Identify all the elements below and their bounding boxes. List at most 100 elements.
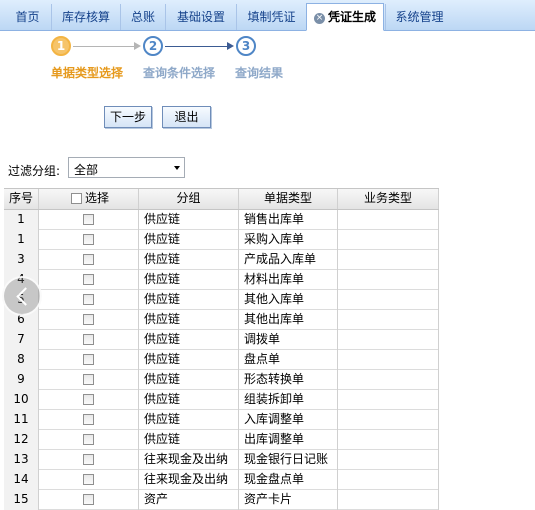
tab-inventory-accounting-label: 库存核算 (61, 10, 110, 24)
row-biz-type (338, 470, 439, 490)
tab-basic-settings-label: 基础设置 (176, 10, 225, 24)
table-row[interactable]: 11 供应链 入库调整单 (4, 410, 439, 430)
row-checkbox[interactable] (83, 234, 94, 245)
step-connector (165, 46, 229, 47)
row-select-cell (39, 270, 139, 290)
table-row[interactable]: 14 往来现金及出纳 现金盘点单 (4, 470, 439, 490)
row-biz-type (338, 330, 439, 350)
tab-home[interactable]: 首页 (4, 4, 51, 30)
close-icon[interactable]: × (313, 13, 325, 24)
row-select-cell (39, 250, 139, 270)
row-group: 供应链 (139, 310, 239, 330)
row-group: 供应链 (139, 270, 239, 290)
table-row[interactable]: 7 供应链 调拨单 (4, 330, 439, 350)
row-biz-type (338, 450, 439, 470)
row-checkbox[interactable] (83, 414, 94, 425)
header-group: 分组 (139, 189, 239, 209)
table-row[interactable]: 3 供应链 产成品入库单 (4, 250, 439, 270)
header-no: 序号 (4, 189, 39, 209)
step-2-number: 2 (148, 39, 158, 53)
row-number: 13 (4, 450, 39, 470)
row-number: 12 (4, 430, 39, 450)
row-doc-type: 组装拆卸单 (239, 390, 338, 410)
select-all-checkbox[interactable] (71, 193, 82, 204)
row-select-cell (39, 370, 139, 390)
row-checkbox[interactable] (83, 434, 94, 445)
row-number: 1 (4, 210, 39, 230)
row-checkbox[interactable] (83, 254, 94, 265)
row-group: 往来现金及出纳 (139, 470, 239, 490)
row-doc-type: 销售出库单 (239, 210, 338, 230)
table-row[interactable]: 8 供应链 盘点单 (4, 350, 439, 370)
row-doc-type: 出库调整单 (239, 430, 338, 450)
row-group: 供应链 (139, 250, 239, 270)
row-group: 供应链 (139, 410, 239, 430)
exit-button[interactable]: 退出 (162, 106, 211, 128)
row-select-cell (39, 410, 139, 430)
row-number: 14 (4, 470, 39, 490)
table-row[interactable]: 12 供应链 出库调整单 (4, 430, 439, 450)
row-doc-type: 产成品入库单 (239, 250, 338, 270)
row-checkbox[interactable] (83, 214, 94, 225)
table-row[interactable]: 1 供应链 销售出库单 (4, 210, 439, 230)
row-checkbox[interactable] (83, 374, 94, 385)
row-checkbox[interactable] (83, 294, 94, 305)
filter-group-select[interactable]: 全部 (68, 157, 185, 178)
row-doc-type: 现金银行日记账 (239, 450, 338, 470)
row-number: 1 (4, 230, 39, 250)
arrow-right-icon (134, 42, 141, 50)
tab-inventory-accounting[interactable]: 库存核算 (51, 4, 120, 30)
header-select: 选择 (39, 189, 139, 209)
row-select-cell (39, 230, 139, 250)
tab-home-label: 首页 (15, 10, 40, 24)
table-row[interactable]: 13 往来现金及出纳 现金银行日记账 (4, 450, 439, 470)
back-button[interactable] (2, 276, 42, 316)
tab-voucher-generation-label: 凭证生成 (327, 10, 376, 24)
chevron-left-icon (16, 287, 35, 306)
tab-system-management[interactable]: 系统管理 (385, 4, 453, 30)
row-select-cell (39, 470, 139, 490)
table-row[interactable]: 10 供应链 组装拆卸单 (4, 390, 439, 410)
table-row[interactable]: 15 资产 资产卡片 (4, 490, 439, 510)
step-1-number: 1 (56, 39, 66, 53)
table-row[interactable]: 1 供应链 采购入库单 (4, 230, 439, 250)
row-group: 供应链 (139, 390, 239, 410)
step-3-label: 查询结果 (235, 66, 284, 80)
tab-bar: 首页 库存核算 总账 基础设置 填制凭证 × 凭证生成 系统管理 (0, 0, 535, 31)
step-1-indicator: 1 (51, 36, 71, 56)
row-doc-type: 入库调整单 (239, 410, 338, 430)
row-biz-type (338, 290, 439, 310)
row-checkbox[interactable] (83, 394, 94, 405)
row-group: 供应链 (139, 230, 239, 250)
step-connector (73, 46, 136, 47)
table-row[interactable]: 9 供应链 形态转换单 (4, 370, 439, 390)
row-checkbox[interactable] (83, 314, 94, 325)
row-checkbox[interactable] (83, 354, 94, 365)
header-select-label: 选择 (85, 191, 110, 205)
row-checkbox[interactable] (83, 474, 94, 485)
step-2-indicator: 2 (143, 36, 163, 56)
chevron-down-icon (174, 166, 180, 170)
next-step-button[interactable]: 下一步 (104, 106, 152, 128)
step-1-label: 单据类型选择 (51, 66, 124, 80)
table-row[interactable]: 6 供应链 其他出库单 (4, 310, 439, 330)
row-doc-type: 其他入库单 (239, 290, 338, 310)
tab-general-ledger[interactable]: 总账 (120, 4, 165, 30)
tab-fill-voucher[interactable]: 填制凭证 (236, 4, 306, 30)
row-doc-type: 资产卡片 (239, 490, 338, 510)
step-3-number: 3 (241, 39, 251, 53)
row-number: 7 (4, 330, 39, 350)
row-checkbox[interactable] (83, 454, 94, 465)
row-doc-type: 采购入库单 (239, 230, 338, 250)
tab-basic-settings[interactable]: 基础设置 (165, 4, 236, 30)
table-row[interactable]: 4 供应链 材料出库单 (4, 270, 439, 290)
row-checkbox[interactable] (83, 494, 94, 505)
row-select-cell (39, 450, 139, 470)
tab-voucher-generation[interactable]: × 凭证生成 (306, 3, 384, 31)
row-biz-type (338, 410, 439, 430)
row-group: 供应链 (139, 370, 239, 390)
table-row[interactable]: 5 供应链 其他入库单 (4, 290, 439, 310)
row-doc-type: 形态转换单 (239, 370, 338, 390)
row-checkbox[interactable] (83, 274, 94, 285)
row-checkbox[interactable] (83, 334, 94, 345)
